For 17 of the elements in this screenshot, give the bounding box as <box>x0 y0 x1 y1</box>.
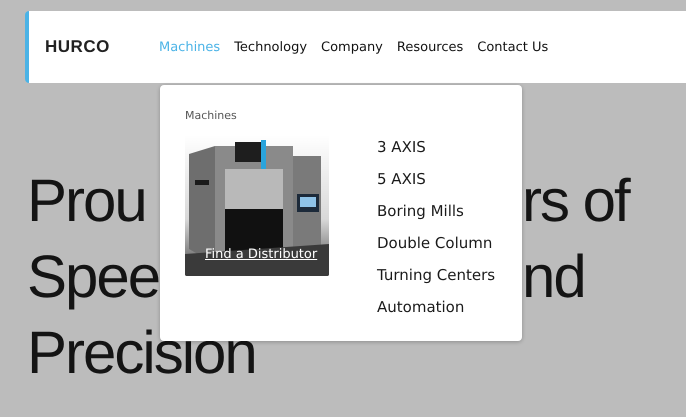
menu-item[interactable]: Double Column <box>377 233 496 254</box>
menu-item[interactable]: 3 AXIS <box>377 137 496 158</box>
hero-heading-text: Precision <box>27 319 256 386</box>
nav-link[interactable]: Company <box>321 40 383 54</box>
menu-item[interactable]: 5 AXIS <box>377 169 496 190</box>
hero-heading-text: rs of <box>522 166 629 236</box>
menu-heading: Machines <box>185 109 238 122</box>
hero-heading-text: nd <box>522 242 585 312</box>
nav-link[interactable]: Resources <box>396 40 464 54</box>
menu-item[interactable]: Automation <box>377 297 496 318</box>
menu-item[interactable]: Boring Mills <box>377 201 496 222</box>
hero-heading-text: Spee <box>27 243 160 310</box>
nav-link[interactable]: Contact Us <box>477 40 548 54</box>
nav-link[interactable]: Technology <box>234 40 308 54</box>
menu-item[interactable]: Turning Centers <box>377 265 496 286</box>
hero-heading-text: Prou <box>27 167 146 234</box>
logo[interactable]: HURCO <box>45 37 159 57</box>
